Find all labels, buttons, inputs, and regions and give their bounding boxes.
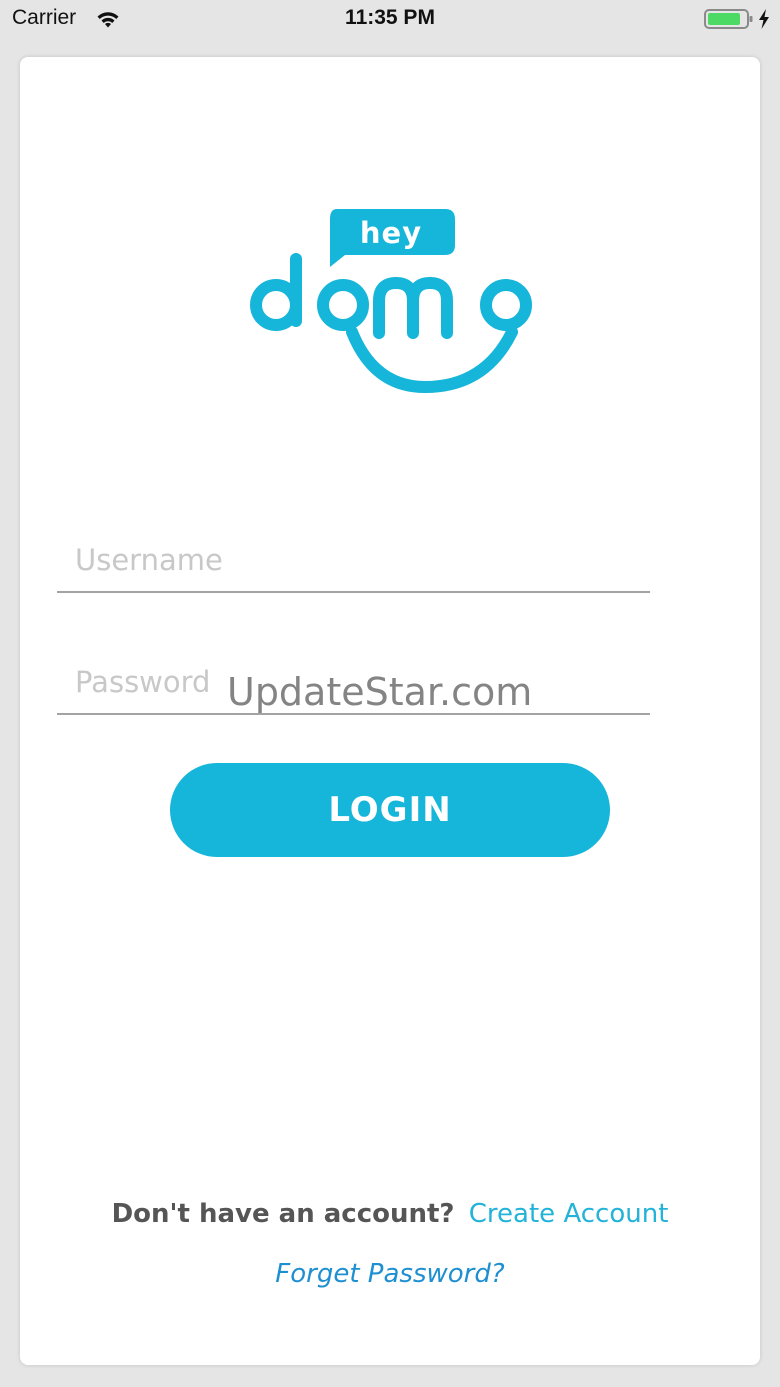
watermark: UpdateStar.com — [227, 670, 533, 714]
create-account-link[interactable]: Create Account — [469, 1199, 669, 1229]
hey-domo-logo: hey domo hey — [250, 207, 540, 399]
login-card: hey domo hey UpdateStar.com LOGIN Don't … — [20, 57, 760, 1365]
lightning-bolt-icon — [759, 9, 769, 29]
status-bar: Carrier 11:35 PM — [0, 0, 780, 40]
signup-row: Don't have an account? Create Account — [20, 1199, 760, 1229]
username-input[interactable] — [75, 543, 635, 577]
signup-prompt: Don't have an account? — [111, 1199, 455, 1229]
login-button[interactable]: LOGIN — [170, 763, 610, 857]
logo-artwork: hey — [250, 209, 532, 394]
forgot-password-link[interactable]: Forget Password? — [20, 1259, 760, 1289]
battery-icon — [704, 9, 753, 29]
svg-text:hey: hey — [360, 216, 422, 250]
username-field — [57, 531, 650, 593]
clock: 11:35 PM — [345, 6, 435, 29]
